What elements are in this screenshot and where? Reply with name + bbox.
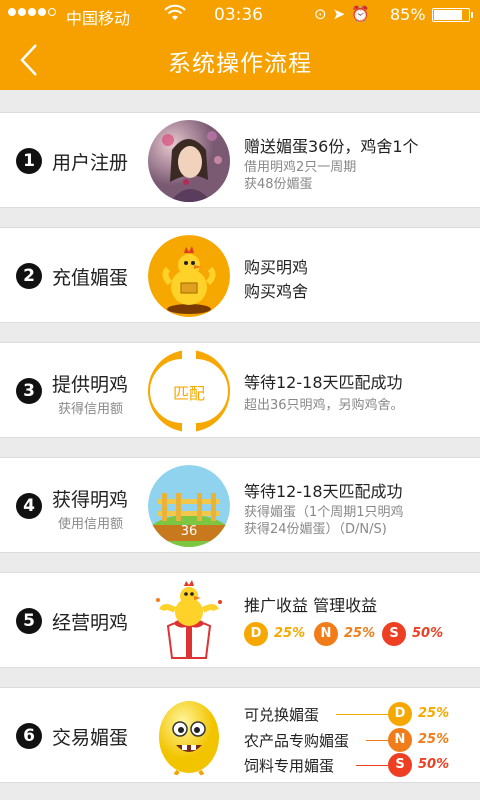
step-label: 获得明鸡 bbox=[52, 489, 129, 511]
d-percentage: 25% bbox=[274, 626, 306, 641]
step-description: 购买鸡舍 bbox=[244, 282, 309, 301]
step-number: 6 bbox=[16, 723, 42, 749]
clock: 03:36 bbox=[214, 5, 263, 25]
connector-line bbox=[356, 765, 388, 766]
step-number: 5 bbox=[16, 608, 42, 634]
system-icons: ⊙➤⏰ bbox=[314, 5, 376, 23]
step-label: 经营明鸡 bbox=[52, 612, 129, 634]
d-badge-icon: D bbox=[388, 702, 412, 726]
status-bar: 中国移动 03:36 ⊙➤⏰ 85% bbox=[0, 0, 480, 30]
step-sublabel: 获得信用额 bbox=[58, 402, 124, 417]
capacity-label: 36 bbox=[180, 524, 198, 539]
rotation-lock-icon: ⊙ bbox=[314, 5, 333, 23]
step-card-recharge[interactable]: 2 充值媚蛋 购买明鸡 购买鸡舍 bbox=[0, 227, 480, 323]
d-badge-icon: D bbox=[244, 622, 268, 646]
step-detail: 获48份媚蛋 bbox=[244, 177, 313, 192]
step-card-provide[interactable]: 3 提供明鸡 获得信用额 匹配 等待12-18天匹配成功 超出36只明鸡，另购鸡… bbox=[0, 342, 480, 438]
step-description: 赠送媚蛋36份，鸡舍1个 bbox=[244, 137, 419, 156]
s-percentage: 50% bbox=[418, 757, 450, 772]
n-percentage: 25% bbox=[344, 626, 376, 641]
step-description: 购买明鸡 bbox=[244, 258, 309, 277]
wifi-icon bbox=[164, 4, 186, 26]
n-percentage: 25% bbox=[418, 732, 450, 747]
connector-line bbox=[366, 740, 388, 741]
chicken-gift-icon bbox=[148, 580, 230, 662]
d-percentage: 25% bbox=[418, 706, 450, 721]
step-number: 1 bbox=[16, 148, 42, 174]
step-card-obtain[interactable]: 4 获得明鸡 使用信用额 36 等待12-18天匹配成功 获得媚蛋（1个周期1只… bbox=[0, 457, 480, 553]
step-detail: 超出36只明鸡，另购鸡舍。 bbox=[244, 398, 404, 413]
step-detail: 获得媚蛋（1个周期1只明鸡 bbox=[244, 505, 404, 520]
step-card-operate[interactable]: 5 经营明鸡 推广收益 管理收益 D 25% N 25% S 50% bbox=[0, 572, 480, 668]
connector-line bbox=[336, 714, 388, 715]
carrier-name: 中国移动 bbox=[66, 9, 131, 28]
nav-bar: 系统操作流程 bbox=[0, 30, 480, 90]
step-detail: 借用明鸡2只一周期 bbox=[244, 160, 357, 175]
step-description: 推广收益 管理收益 bbox=[244, 596, 378, 615]
step-label: 用户注册 bbox=[52, 152, 129, 174]
n-badge-icon: N bbox=[388, 728, 412, 752]
page-title: 系统操作流程 bbox=[168, 51, 312, 77]
step-card-trade[interactable]: 6 交易媚蛋 可兑换媚蛋 D 25% 农产品专购媚蛋 N 25% 饲料专用媚蛋 … bbox=[0, 687, 480, 783]
step-card-register[interactable]: 1 用户注册 赠送媚蛋36份，鸡舍1个 借用明鸡2只一周期 获48份媚蛋 bbox=[0, 112, 480, 208]
step-number: 2 bbox=[16, 263, 42, 289]
trade-item-label: 可兑换媚蛋 bbox=[244, 706, 320, 724]
signal-icon bbox=[8, 8, 56, 16]
chicken-icon bbox=[148, 235, 230, 317]
step-number: 4 bbox=[16, 493, 42, 519]
battery-icon bbox=[432, 8, 473, 22]
match-label: 匹配 bbox=[172, 384, 205, 403]
step-description: 等待12-18天匹配成功 bbox=[244, 373, 403, 392]
step-label: 提供明鸡 bbox=[52, 374, 129, 396]
step-description: 等待12-18天匹配成功 bbox=[244, 482, 403, 501]
trade-item-label: 农产品专购媚蛋 bbox=[244, 732, 350, 750]
step-label: 充值媚蛋 bbox=[52, 267, 129, 289]
step-detail: 获得24份媚蛋）（D/N/S) bbox=[244, 522, 387, 537]
s-percentage: 50% bbox=[412, 626, 444, 641]
battery-fill bbox=[434, 10, 463, 20]
step-sublabel: 使用信用额 bbox=[58, 517, 124, 532]
n-badge-icon: N bbox=[314, 622, 338, 646]
s-badge-icon: S bbox=[388, 753, 412, 777]
battery-percentage: 85% bbox=[390, 5, 426, 24]
location-icon: ➤ bbox=[332, 5, 352, 23]
step-label: 交易媚蛋 bbox=[52, 727, 129, 749]
alarm-icon: ⏰ bbox=[351, 5, 376, 23]
s-badge-icon: S bbox=[382, 622, 406, 646]
egg-mascot-icon bbox=[148, 695, 230, 777]
user-avatar-image bbox=[148, 120, 230, 202]
trade-item-label: 饲料专用媚蛋 bbox=[244, 757, 335, 775]
step-number: 3 bbox=[16, 378, 42, 404]
